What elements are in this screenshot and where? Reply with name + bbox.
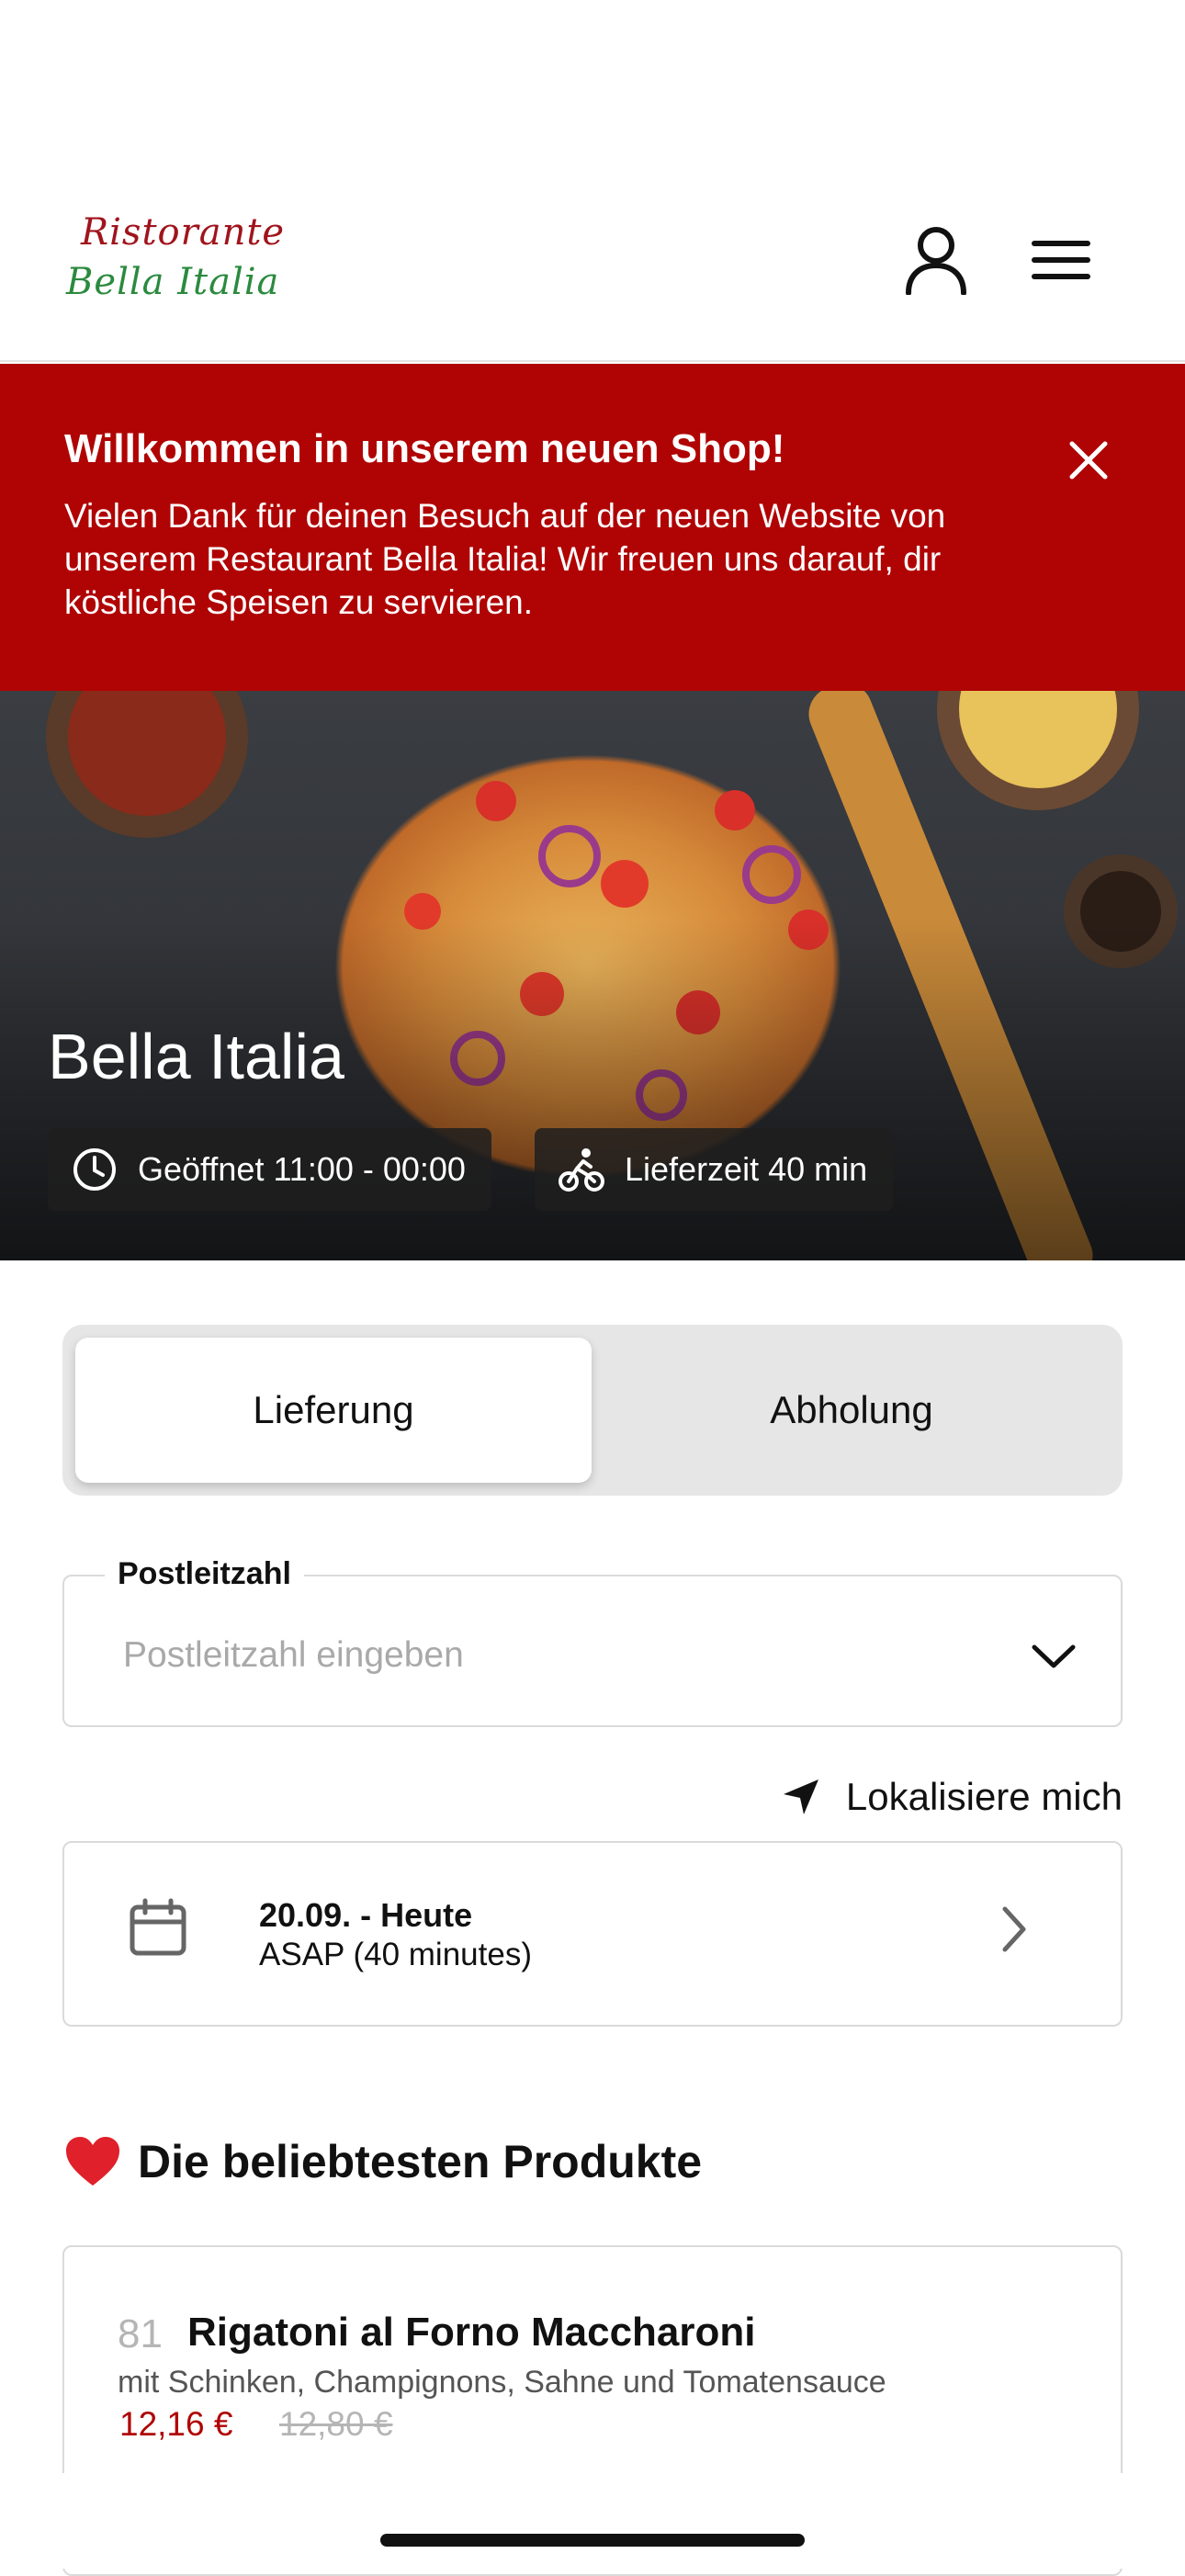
delivery-time-text: Lieferzeit 40 min [625, 1150, 868, 1188]
calendar-icon [130, 1898, 186, 1956]
logo-line2: Bella Italia [66, 261, 280, 303]
clock-icon [73, 1148, 116, 1191]
restaurant-logo[interactable]: Ristorante Bella Italia [61, 204, 299, 323]
logo-line1: Ristorante [81, 211, 286, 254]
postcode-placeholder[interactable]: Postleitzahl eingeben [123, 1635, 464, 1676]
opening-hours-badge: Geöffnet 11:00 - 00:00 [48, 1128, 491, 1211]
delivery-time-badge: Lieferzeit 40 min [535, 1128, 894, 1211]
postcode-label: Postleitzahl [105, 1556, 304, 1592]
site-header: Ristorante Bella Italia [0, 0, 1185, 362]
postcode-dropdown-toggle[interactable] [1021, 1624, 1086, 1689]
chevron-down-icon [1032, 1644, 1076, 1668]
home-indicator [380, 2534, 805, 2547]
menu-button[interactable] [1020, 219, 1102, 301]
banner-close-button[interactable] [1047, 419, 1130, 502]
hero-image: Bella Italia Geöffnet 11:00 - 00:00 Lief… [0, 691, 1185, 1260]
heart-icon [66, 2137, 119, 2186]
bicycle-courier-icon [559, 1148, 604, 1192]
order-mode-toggle: Lieferung Abholung [62, 1325, 1123, 1496]
delivery-time-selector[interactable]: 20.09. - Heute ASAP (40 minutes) [62, 1841, 1123, 2027]
hamburger-menu-icon [1032, 241, 1090, 279]
locate-me-button[interactable]: Lokalisiere mich [753, 1769, 1123, 1825]
tab-pickup[interactable]: Abholung [593, 1338, 1110, 1483]
schedule-date: 20.09. - Heute [259, 1896, 473, 1934]
account-button[interactable] [895, 219, 977, 301]
product-price: 12,16 € [119, 2405, 233, 2443]
postcode-field[interactable]: Postleitzahl Postleitzahl eingeben [62, 1556, 1123, 1727]
popular-products-title: Die beliebtesten Produkte [138, 2136, 703, 2187]
banner-title: Willkommen in unserem neuen Shop! [64, 426, 785, 471]
close-icon [1069, 441, 1108, 480]
bottom-safe-area [0, 2473, 1185, 2569]
chevron-right-icon [1002, 1906, 1026, 1952]
product-description: mit Schinken, Champignons, Sahne und Tom… [118, 2365, 886, 2400]
location-arrow-icon [783, 1779, 818, 1814]
welcome-banner: Willkommen in unserem neuen Shop! Vielen… [0, 364, 1185, 691]
banner-text: Vielen Dank für deinen Besuch auf der ne… [64, 497, 946, 621]
product-name: Rigatoni al Forno Maccharoni [187, 2310, 756, 2355]
user-icon [906, 227, 966, 295]
opening-hours-text: Geöffnet 11:00 - 00:00 [138, 1150, 466, 1188]
product-old-price: 12,80 € [279, 2405, 393, 2443]
product-number: 81 [118, 2311, 163, 2356]
locate-me-label: Lokalisiere mich [845, 1775, 1123, 1818]
schedule-time: ASAP (40 minutes) [259, 1937, 532, 1972]
tab-delivery[interactable]: Lieferung [75, 1338, 592, 1483]
popular-products-heading: Die beliebtesten Produkte [64, 2135, 702, 2188]
hero-title: Bella Italia [48, 1021, 344, 1092]
